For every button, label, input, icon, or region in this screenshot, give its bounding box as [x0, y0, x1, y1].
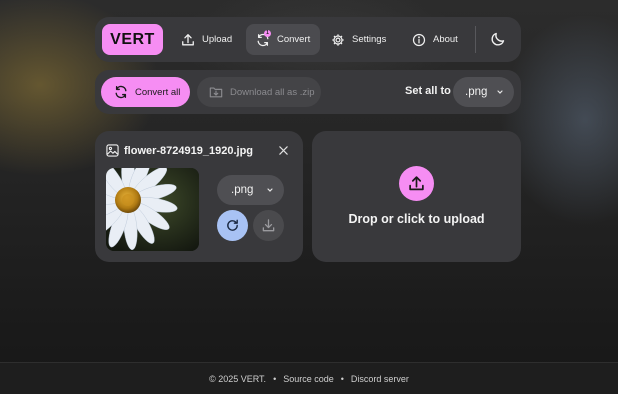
moon-icon[interactable]: [490, 31, 506, 47]
download-icon: [262, 219, 275, 232]
top-nav: VERT Upload 1 Convert Settings About: [95, 17, 521, 62]
chevron-down-icon: [267, 188, 273, 192]
upload-icon: [182, 33, 194, 45]
gear-icon: [332, 33, 344, 46]
nav-about[interactable]: About: [402, 24, 468, 55]
convert-badge: 1: [264, 29, 271, 37]
nav-convert-label: Convert: [277, 34, 311, 45]
conversion-toolbar: Convert all Download all as .zip Set all…: [95, 70, 521, 114]
footer-separator: •: [340, 374, 344, 384]
set-all-format-select[interactable]: .png: [453, 77, 514, 107]
footer-discord-link[interactable]: Discord server: [351, 374, 409, 384]
footer-separator: •: [273, 374, 277, 384]
nav-settings[interactable]: Settings: [321, 24, 396, 55]
nav-settings-label: Settings: [352, 34, 387, 45]
nav-about-label: About: [433, 34, 458, 45]
file-format-value: .png: [231, 184, 254, 196]
set-all-format-value: .png: [465, 86, 488, 98]
chevron-down-icon: [497, 90, 503, 94]
file-name: flower-8724919_1920.jpg: [124, 145, 254, 157]
convert-icon: [115, 85, 127, 99]
image-icon: [106, 144, 119, 157]
footer: © 2025 VERT. • Source code • Discord ser…: [0, 362, 618, 394]
refresh-icon: [227, 219, 238, 231]
convert-file-button[interactable]: [217, 210, 248, 241]
logo[interactable]: VERT: [102, 24, 163, 55]
download-all-zip-button[interactable]: Download all as .zip: [197, 77, 321, 107]
convert-all-button[interactable]: Convert all: [101, 77, 190, 107]
convert-icon-wrap: 1: [256, 29, 271, 47]
upload-dropzone[interactable]: Drop or click to upload: [312, 131, 521, 262]
nav-convert[interactable]: 1 Convert: [246, 24, 321, 55]
file-format-select[interactable]: .png: [217, 175, 284, 205]
nav-divider: [475, 26, 476, 53]
footer-source-code-link[interactable]: Source code: [283, 374, 334, 384]
upload-label: Drop or click to upload: [348, 212, 485, 226]
file-thumbnail: [106, 168, 199, 251]
download-file-button[interactable]: [253, 210, 284, 241]
convert-all-label: Convert all: [135, 86, 181, 98]
file-card: flower-8724919_1920.jpg .png: [95, 131, 303, 262]
footer-copyright: © 2025 VERT.: [209, 374, 267, 384]
folder-download-icon: [209, 87, 223, 98]
download-all-label: Download all as .zip: [230, 86, 315, 98]
nav-upload-label: Upload: [202, 34, 233, 45]
set-all-label: Set all to: [405, 85, 451, 97]
close-icon[interactable]: [278, 145, 289, 156]
info-icon: [412, 33, 426, 46]
nav-upload[interactable]: Upload: [171, 24, 242, 55]
upload-icon: [409, 176, 424, 191]
upload-button[interactable]: [399, 166, 434, 201]
